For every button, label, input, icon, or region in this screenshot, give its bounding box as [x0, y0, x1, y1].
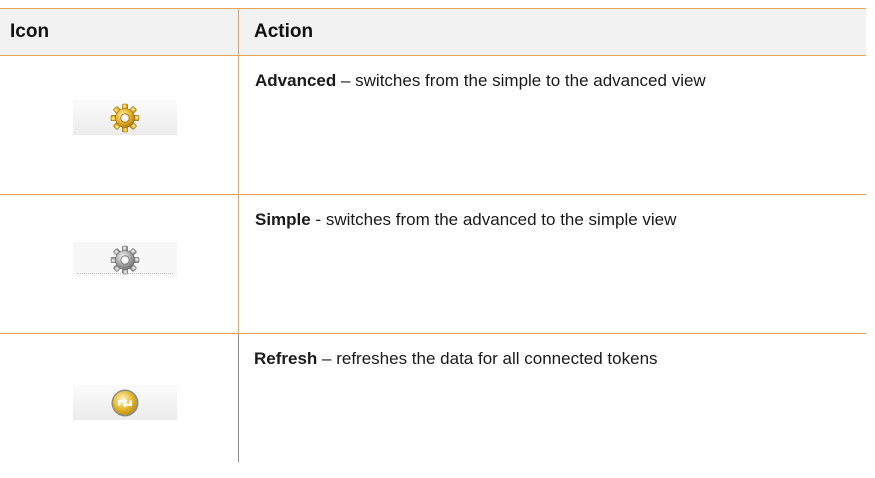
- header-cell-action: Action: [239, 9, 866, 55]
- action-name: Advanced: [255, 71, 337, 90]
- icon-cell: [0, 56, 239, 194]
- action-description: Advanced – switches from the simple to t…: [255, 70, 706, 92]
- table-row-refresh: Refresh – refreshes the data for all con…: [0, 333, 866, 467]
- table-row-simple: Simple - switches from the advanced to t…: [0, 194, 866, 333]
- action-description: Simple - switches from the advanced to t…: [255, 209, 676, 231]
- action-detail: - switches from the advanced to the simp…: [310, 210, 677, 229]
- action-cell: Refresh – refreshes the data for all con…: [238, 334, 866, 467]
- gear-gray-icon: [110, 245, 140, 274]
- header-icon-label: Icon: [10, 21, 50, 42]
- advanced-button[interactable]: [73, 100, 177, 135]
- icon-action-table: Icon Action Advanced – switches from the…: [0, 8, 866, 467]
- icon-cell: [0, 195, 239, 333]
- header-action-label: Action: [254, 21, 314, 42]
- icon-cell: [0, 334, 239, 467]
- table-header-row: Icon Action: [0, 8, 866, 55]
- simple-button[interactable]: [73, 242, 177, 277]
- header-cell-icon: Icon: [0, 9, 239, 55]
- refresh-button[interactable]: [73, 385, 177, 420]
- action-description: Refresh – refreshes the data for all con…: [254, 348, 658, 370]
- gear-gold-icon: [110, 103, 140, 132]
- action-detail: – refreshes the data for all connected t…: [317, 349, 658, 368]
- action-name: Refresh: [254, 349, 318, 368]
- table-row-advanced: Advanced – switches from the simple to t…: [0, 55, 866, 194]
- action-name: Simple: [255, 210, 311, 229]
- action-cell: Advanced – switches from the simple to t…: [239, 56, 866, 194]
- refresh-icon: [111, 389, 139, 416]
- action-detail: – switches from the simple to the advanc…: [336, 71, 706, 90]
- action-cell: Simple - switches from the advanced to t…: [239, 195, 866, 333]
